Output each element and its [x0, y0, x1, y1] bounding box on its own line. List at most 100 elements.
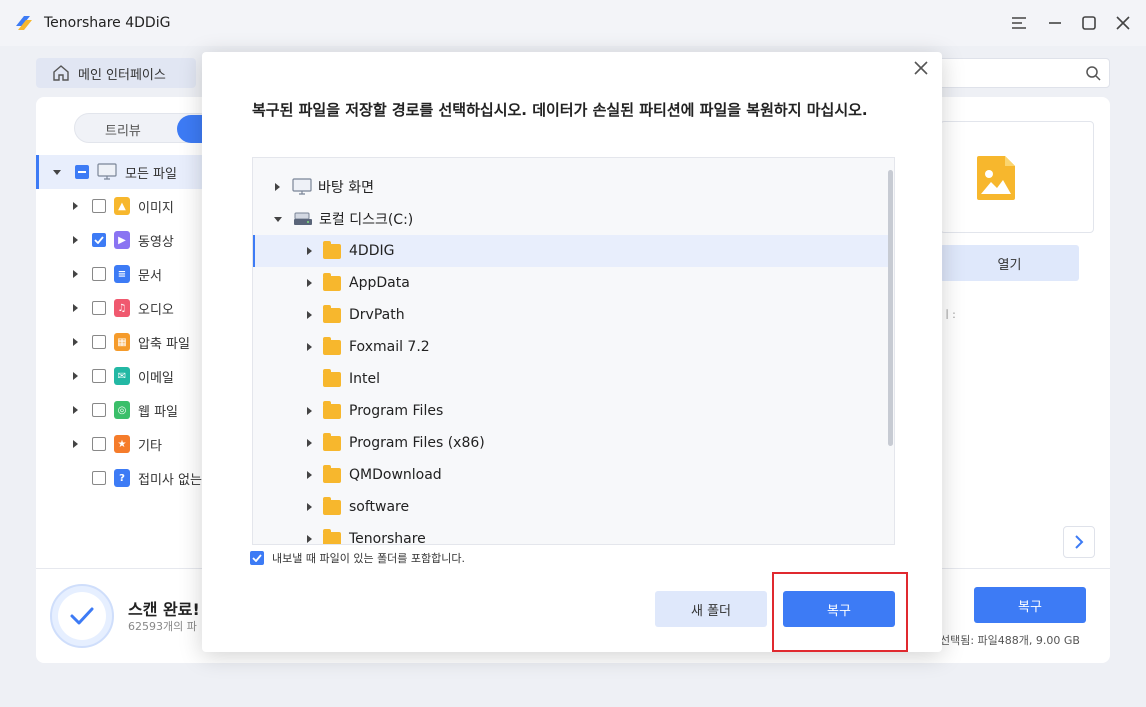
sidebar-item-7[interactable]: ★ 기타: [36, 427, 202, 461]
chevron-right-icon: [1075, 535, 1084, 549]
category-label: 접미사 없는: [138, 472, 202, 488]
dialog-message: 복구된 파일을 저장할 경로를 선택하십시오. 데이터가 손실된 파티션에 파일…: [252, 101, 868, 119]
expand-icon[interactable]: [307, 279, 312, 287]
expand-icon[interactable]: [73, 270, 78, 278]
folder-row[interactable]: 4DDIG: [253, 235, 890, 267]
tree-node-desktop[interactable]: 바탕 화면: [253, 171, 890, 203]
category-checkbox[interactable]: [92, 335, 106, 349]
audio-icon: ♫: [114, 299, 130, 317]
category-label: 이메일: [138, 370, 174, 386]
folder-name: Tenorshare: [349, 531, 426, 545]
collapse-icon[interactable]: [274, 216, 282, 222]
next-button[interactable]: [1063, 526, 1095, 558]
category-checkbox[interactable]: [92, 233, 106, 247]
minimize-icon[interactable]: [1044, 12, 1066, 34]
expand-icon[interactable]: [275, 183, 280, 191]
category-checkbox[interactable]: [92, 471, 106, 485]
folder-icon: [323, 528, 341, 544]
category-checkbox[interactable]: [92, 369, 106, 383]
view-toggle[interactable]: 트리뷰: [74, 113, 217, 143]
folder-name: Intel: [349, 371, 380, 387]
folder-row[interactable]: Program Files (x86): [253, 427, 890, 459]
category-checkbox[interactable]: [92, 199, 106, 213]
folder-row[interactable]: Foxmail 7.2: [253, 331, 890, 363]
expand-icon[interactable]: [307, 343, 312, 351]
folder-row[interactable]: AppData: [253, 267, 890, 299]
sidebar-item-8[interactable]: ? 접미사 없는: [36, 461, 202, 495]
expand-icon[interactable]: [307, 247, 312, 255]
scrollbar[interactable]: [888, 170, 893, 446]
expand-icon[interactable]: [73, 338, 78, 346]
close-window-icon[interactable]: [1112, 12, 1134, 34]
category-checkbox[interactable]: [92, 267, 106, 281]
expand-icon[interactable]: [73, 372, 78, 380]
disk-drive-icon: [294, 212, 312, 225]
local-disk-label: 로컬 디스크(C:): [319, 212, 414, 228]
search-input[interactable]: [930, 58, 1110, 88]
email-icon: ✉: [114, 367, 130, 385]
home-button[interactable]: 메인 인터페이스: [36, 58, 196, 88]
expand-icon[interactable]: [307, 535, 312, 543]
search-icon[interactable]: [1085, 65, 1101, 81]
title-bar: Tenorshare 4DDiG: [0, 0, 1146, 46]
category-checkbox[interactable]: [92, 437, 106, 451]
folder-row[interactable]: QMDownload: [253, 459, 890, 491]
include-folder-checkbox[interactable]: [250, 551, 264, 565]
menu-icon[interactable]: [1008, 12, 1030, 34]
expand-icon[interactable]: [73, 304, 78, 312]
other-icon: ★: [114, 435, 130, 453]
maximize-icon[interactable]: [1078, 12, 1100, 34]
web-icon: ◎: [114, 401, 130, 419]
expand-icon[interactable]: [307, 471, 312, 479]
folder-icon: [323, 400, 341, 419]
sidebar-item-5[interactable]: ✉ 이메일: [36, 359, 202, 393]
category-label: 웹 파일: [138, 404, 179, 420]
folder-name: Program Files: [349, 403, 444, 419]
folder-icon: [323, 272, 341, 291]
sidebar-item-3[interactable]: ♫ 오디오: [36, 291, 202, 325]
folder-name: Foxmail 7.2: [349, 339, 430, 355]
folder-name: DrvPath: [349, 307, 405, 323]
sidebar-item-6[interactable]: ◎ 웹 파일: [36, 393, 202, 427]
expand-icon[interactable]: [307, 311, 312, 319]
all-files-label: 모든 파일: [125, 166, 177, 182]
expand-icon[interactable]: [73, 406, 78, 414]
expand-icon[interactable]: [307, 407, 312, 415]
document-icon: ≡: [114, 265, 130, 283]
category-checkbox[interactable]: [92, 301, 106, 315]
category-checkbox[interactable]: [92, 403, 106, 417]
image-icon: ▲: [114, 197, 130, 215]
include-folder-option[interactable]: 내보낼 때 파일이 있는 폴더를 포함합니다.: [250, 550, 465, 566]
recover-button-main[interactable]: 복구: [974, 587, 1086, 623]
open-button[interactable]: 열기: [940, 245, 1079, 281]
expand-icon[interactable]: [73, 236, 78, 244]
folder-icon: [323, 464, 341, 483]
tree-node-local-disk[interactable]: 로컬 디스크(C:): [253, 203, 890, 235]
sidebar-item-1[interactable]: ▶ 동영상: [36, 223, 202, 257]
tree-view-tab[interactable]: 트리뷰: [105, 120, 141, 139]
close-icon[interactable]: [910, 57, 932, 79]
expand-icon[interactable]: [73, 202, 78, 210]
scan-status-subtitle: 62593개의 파: [128, 620, 197, 633]
expand-icon[interactable]: [307, 439, 312, 447]
folder-row[interactable]: Intel: [253, 363, 890, 395]
folder-row[interactable]: software: [253, 491, 890, 523]
scan-status-title: 스캔 완료!: [128, 600, 200, 619]
expand-icon[interactable]: [73, 440, 78, 448]
sidebar-item-0[interactable]: ▲ 이미지: [36, 189, 202, 223]
new-folder-button[interactable]: 새 폴더: [655, 591, 767, 627]
category-label: 오디오: [138, 302, 174, 318]
category-label: 문서: [138, 268, 162, 284]
folder-row[interactable]: Tenorshare: [253, 523, 890, 545]
folder-row[interactable]: DrvPath: [253, 299, 890, 331]
scan-complete-icon: [50, 584, 114, 648]
sidebar-item-all-files[interactable]: 모든 파일: [36, 155, 202, 189]
all-files-checkbox[interactable]: [75, 165, 89, 179]
sidebar-item-4[interactable]: ▦ 압축 파일: [36, 325, 202, 359]
folder-name: 4DDIG: [349, 243, 395, 259]
folder-tree[interactable]: 바탕 화면 로컬 디스크(C:) 4DDIG AppData DrvPath Foxm…: [252, 157, 895, 545]
expand-icon[interactable]: [307, 503, 312, 511]
collapse-icon[interactable]: [53, 169, 61, 175]
sidebar-item-2[interactable]: ≡ 문서: [36, 257, 202, 291]
folder-row[interactable]: Program Files: [253, 395, 890, 427]
